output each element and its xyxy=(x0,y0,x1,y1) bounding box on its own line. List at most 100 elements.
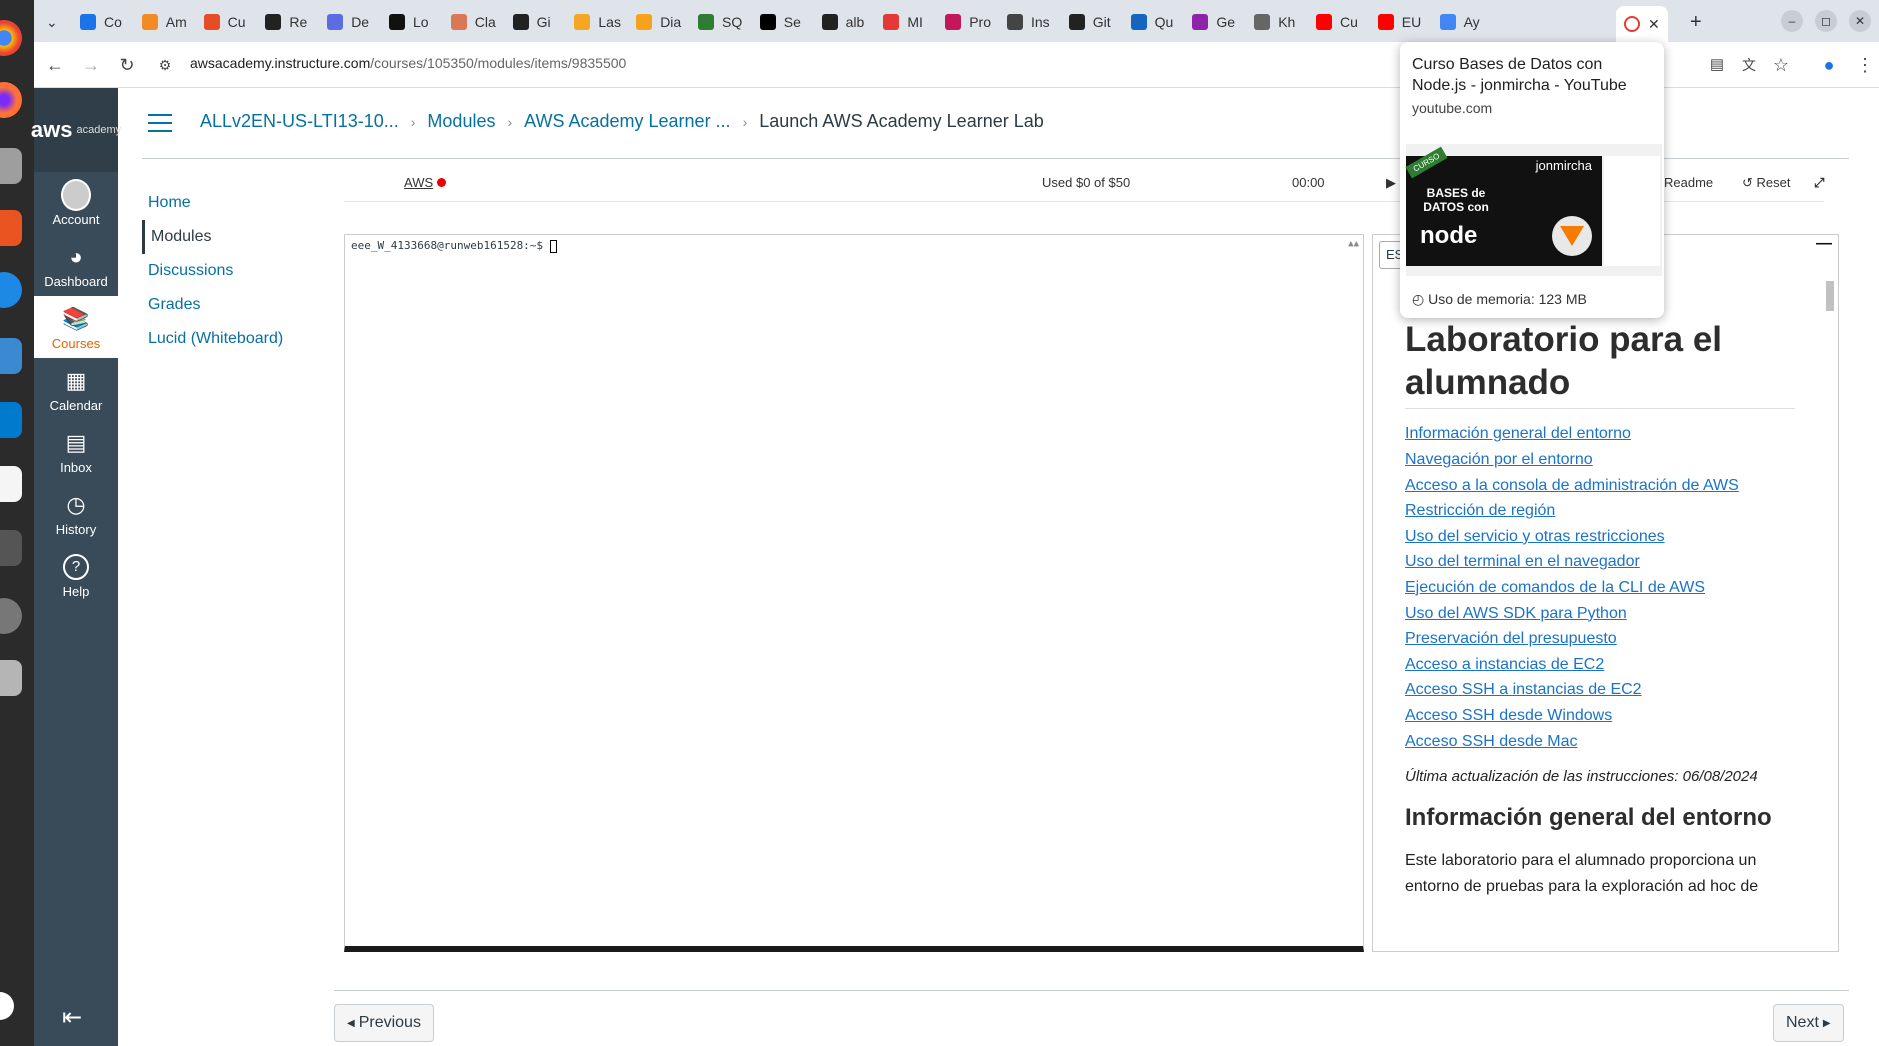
toc-link[interactable]: Acceso SSH desde Windows xyxy=(1405,703,1795,729)
browser-tab[interactable]: EU xyxy=(1370,8,1428,36)
reload-icon[interactable]: ↻ xyxy=(116,54,138,76)
browser-tab[interactable]: Re xyxy=(257,8,315,36)
next-button[interactable]: Next ▶ xyxy=(1773,1004,1844,1042)
browser-tab[interactable]: Se xyxy=(752,8,810,36)
tab-label: SQ xyxy=(722,14,743,30)
forward-icon[interactable]: → xyxy=(80,54,102,76)
coursenav-grades[interactable]: Grades xyxy=(142,288,322,322)
toc-link[interactable]: Acceso a la consola de administración de… xyxy=(1405,473,1795,499)
readme-section-title: Información general del entorno xyxy=(1405,804,1772,832)
profile-avatar[interactable]: ● xyxy=(1818,54,1840,76)
address-bar[interactable]: awsacademy.instructure.com/courses/10535… xyxy=(190,55,626,71)
collapse-nav-icon[interactable]: ⇤ xyxy=(62,1003,82,1032)
vscode-icon[interactable] xyxy=(0,402,22,438)
toc-link[interactable]: Acceso a instancias de EC2 xyxy=(1405,652,1795,678)
toc-link[interactable]: Uso del terminal en el navegador xyxy=(1405,549,1795,575)
browser-tab[interactable]: Qu xyxy=(1123,8,1181,36)
browser-tab[interactable]: Cu xyxy=(1308,8,1366,36)
fullscreen-icon[interactable]: ⤢ xyxy=(1814,175,1824,191)
breadcrumb-module[interactable]: AWS Academy Learner ... xyxy=(524,111,730,132)
aws-academy-logo[interactable]: aws academy xyxy=(31,88,121,172)
toc-link[interactable]: Uso del AWS SDK para Python xyxy=(1405,601,1795,627)
browser-tab[interactable]: Git xyxy=(1061,8,1119,36)
web-terminal[interactable]: eee_W_4133668@runweb161528:~$ ▲▲ xyxy=(344,234,1364,952)
nav-calendar[interactable]: ▦ Calendar xyxy=(34,358,118,420)
coursenav-discussions[interactable]: Discussions xyxy=(142,254,322,288)
browser-tab[interactable]: De xyxy=(319,8,377,36)
settings-app-icon[interactable] xyxy=(0,598,22,634)
firefox-icon[interactable] xyxy=(0,82,22,118)
browser-tab[interactable]: Am xyxy=(134,8,192,36)
browser-tab[interactable]: Cla xyxy=(443,8,501,36)
tab-active-loading[interactable]: ✕ xyxy=(1616,6,1668,42)
new-tab-button[interactable]: + xyxy=(1682,8,1710,36)
software-icon[interactable] xyxy=(0,210,22,246)
toc-link[interactable]: Navegación por el entorno xyxy=(1405,447,1795,473)
browser-tab[interactable]: Kh xyxy=(1246,8,1304,36)
nav-account[interactable]: Account xyxy=(34,172,118,234)
breadcrumb-course[interactable]: ALLv2EN-US-LTI13-10... xyxy=(200,111,399,132)
trash-icon[interactable] xyxy=(0,660,22,696)
terminal-app-icon[interactable] xyxy=(0,530,22,566)
nav-help[interactable]: ? Help xyxy=(34,544,118,606)
close-tab-icon[interactable]: ✕ xyxy=(1648,16,1660,33)
browser-tab[interactable]: Cu xyxy=(196,8,254,36)
browser-menu-icon[interactable]: ⋮ xyxy=(1854,54,1876,76)
nav-courses[interactable]: 📚 Courses xyxy=(34,296,118,358)
toc-link[interactable]: Ejecución de comandos de la CLI de AWS xyxy=(1405,575,1795,601)
site-info-icon[interactable]: ⚙ xyxy=(154,54,176,76)
coursenav-lucid[interactable]: Lucid (Whiteboard) xyxy=(142,322,322,356)
toc-link[interactable]: Información general del entorno xyxy=(1405,421,1795,447)
help-app-icon[interactable] xyxy=(0,272,22,308)
nav-calendar-label: Calendar xyxy=(49,397,103,413)
browser-tab[interactable]: Ay xyxy=(1432,8,1490,36)
libreoffice-icon[interactable] xyxy=(0,338,22,374)
translate-icon[interactable]: 文 xyxy=(1738,54,1760,76)
tab-favicon-icon xyxy=(1439,14,1456,30)
toc-link[interactable]: Acceso SSH a instancias de EC2 xyxy=(1405,677,1795,703)
browser-tab[interactable]: alb xyxy=(814,8,872,36)
bookmark-star-icon[interactable]: ☆ xyxy=(1770,54,1792,76)
breadcrumb-modules[interactable]: Modules xyxy=(427,111,495,132)
course-menu-toggle[interactable] xyxy=(148,114,172,132)
coursenav-home[interactable]: Home xyxy=(142,186,322,220)
tab-favicon-icon xyxy=(1130,14,1147,30)
install-app-icon[interactable]: ▤ xyxy=(1706,54,1728,76)
back-icon[interactable]: ← xyxy=(44,54,66,76)
aws-console-link[interactable]: AWS xyxy=(404,175,447,190)
minimize-icon[interactable]: – xyxy=(1781,10,1803,32)
minimize-panel-icon[interactable]: — xyxy=(1816,235,1832,253)
browser-tab[interactable]: Las xyxy=(566,8,624,36)
browser-tab[interactable]: Ins xyxy=(999,8,1057,36)
document-viewer-icon[interactable] xyxy=(0,466,22,502)
reset-button[interactable]: ↺ Reset xyxy=(1742,175,1791,191)
window-close-icon[interactable]: ✕ xyxy=(1849,10,1871,32)
toc-link[interactable]: Restricción de región xyxy=(1405,498,1795,524)
toc-link[interactable]: Uso del servicio y otras restricciones xyxy=(1405,524,1795,550)
tab-search-dropdown[interactable]: ⌄ xyxy=(40,8,66,36)
chrome-icon[interactable] xyxy=(0,20,22,56)
readme-button[interactable]: Readme xyxy=(1664,175,1713,190)
toc-link[interactable]: Preservación del presupuesto xyxy=(1405,626,1795,652)
previous-button[interactable]: ◀ Previous xyxy=(334,1004,434,1042)
terminal-scrollbar[interactable]: ▲▲ xyxy=(1348,239,1359,249)
files-icon[interactable] xyxy=(0,148,22,184)
tab-label: alb xyxy=(845,14,865,30)
nav-history[interactable]: ◷ History xyxy=(34,482,118,544)
nav-inbox[interactable]: ▤ Inbox xyxy=(34,420,118,482)
browser-tab[interactable]: SQ xyxy=(690,8,748,36)
browser-tab[interactable]: Lo xyxy=(381,8,439,36)
browser-tab[interactable]: Co xyxy=(72,8,130,36)
browser-tab[interactable]: Ge xyxy=(1184,8,1242,36)
nav-dashboard[interactable]: ◕ Dashboard xyxy=(34,234,118,296)
readme-scrollbar[interactable] xyxy=(1826,281,1834,945)
ubuntu-apps-icon[interactable] xyxy=(0,992,14,1020)
browser-tab[interactable]: Gi xyxy=(505,8,563,36)
coursenav-modules[interactable]: Modules xyxy=(142,220,322,254)
toc-link[interactable]: Acceso SSH desde Mac xyxy=(1405,729,1795,755)
browser-tab[interactable]: Pro xyxy=(937,8,995,36)
scrollbar-thumb[interactable] xyxy=(1826,281,1834,311)
maximize-icon[interactable]: ◻ xyxy=(1815,10,1837,32)
browser-tab[interactable]: MI xyxy=(875,8,933,36)
browser-tab[interactable]: Dia xyxy=(628,8,686,36)
